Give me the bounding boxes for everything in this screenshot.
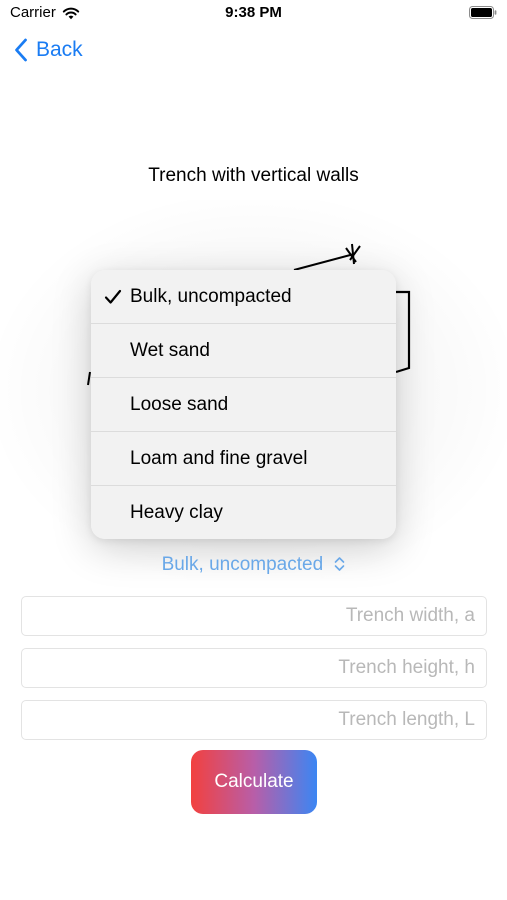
back-label: Back: [36, 38, 83, 61]
page-title: Trench with vertical walls: [148, 165, 359, 186]
soil-type-menu: Bulk, uncompacted Wet sand Loose sand Lo…: [91, 270, 396, 539]
trench-length-input[interactable]: [21, 700, 487, 740]
battery-icon: [469, 6, 497, 19]
menu-item-label: Loose sand: [130, 393, 229, 415]
calculate-button[interactable]: Calculate: [191, 750, 317, 814]
menu-item-loose-sand[interactable]: Loose sand: [91, 378, 396, 432]
chevron-up-down-icon: [335, 557, 345, 571]
menu-item-heavy-clay[interactable]: Heavy clay: [91, 486, 396, 539]
clock: 9:38 PM: [225, 4, 282, 21]
menu-item-label: Loam and fine gravel: [130, 447, 308, 469]
soil-type-picker[interactable]: Bulk, uncompacted: [0, 554, 507, 576]
checkmark-icon: [104, 289, 122, 304]
trench-height-input[interactable]: [21, 648, 487, 688]
chevron-left-icon: [15, 38, 27, 62]
back-button[interactable]: Back: [14, 38, 83, 62]
menu-item-loam-fine-gravel[interactable]: Loam and fine gravel: [91, 432, 396, 486]
menu-item-wet-sand[interactable]: Wet sand: [91, 324, 396, 378]
status-bar: Carrier 9:38 PM: [0, 0, 507, 28]
menu-item-label: Heavy clay: [130, 501, 223, 523]
trench-width-input[interactable]: [21, 596, 487, 636]
picker-selected-label: Bulk, uncompacted: [161, 554, 324, 575]
menu-item-label: Wet sand: [130, 339, 210, 361]
menu-item-bulk-uncompacted[interactable]: Bulk, uncompacted: [91, 270, 396, 324]
menu-item-label: Bulk, uncompacted: [130, 285, 292, 307]
